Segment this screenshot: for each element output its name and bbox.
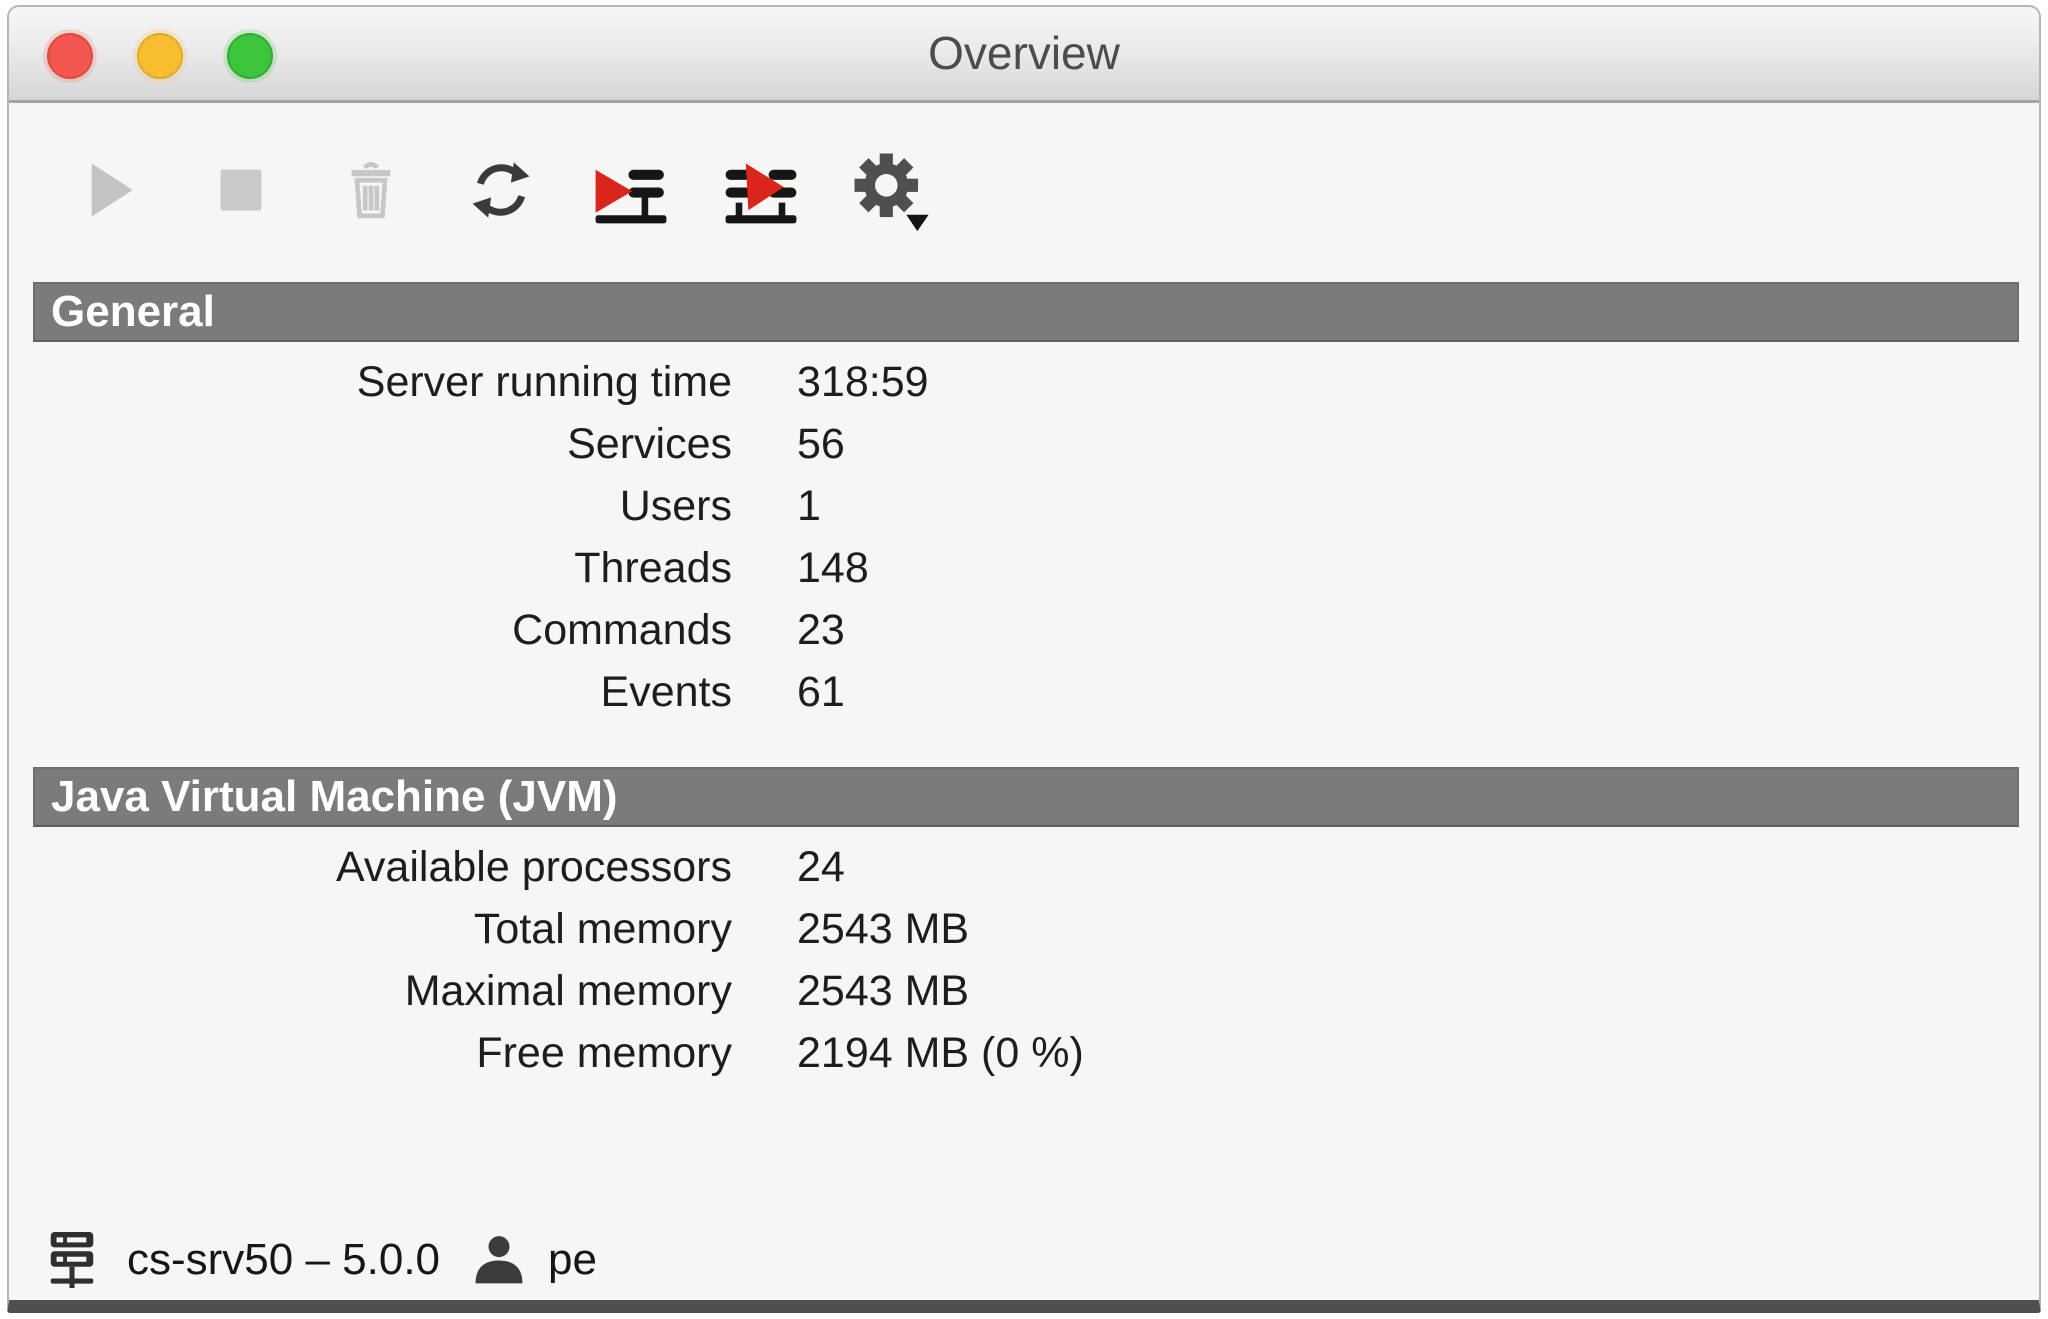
row-label: Server running time	[9, 358, 732, 407]
row-value: 148	[797, 544, 2039, 593]
row-label: Maximal memory	[9, 967, 732, 1016]
general-rows: Server running time 318:59 Services 56 U…	[9, 351, 2039, 723]
section-header-general: General	[33, 282, 2019, 342]
server-name-label: cs-srv50 – 5.0.0	[127, 1235, 440, 1285]
table-row: Commands 23	[9, 599, 2039, 661]
row-value: 318:59	[797, 358, 2039, 407]
refresh-button[interactable]	[455, 130, 547, 250]
row-value: 24	[797, 843, 2039, 892]
titlebar[interactable]: Overview	[9, 7, 2039, 103]
jvm-rows: Available processors 24 Total memory 254…	[9, 836, 2039, 1084]
table-row: Available processors 24	[9, 836, 2039, 898]
table-row: Free memory 2194 MB (0 %)	[9, 1022, 2039, 1084]
row-label: Commands	[9, 606, 732, 655]
table-row: Services 56	[9, 413, 2039, 475]
statusbar: cs-srv50 – 5.0.0 pe	[9, 1217, 2039, 1303]
row-value: 2543 MB	[797, 967, 2039, 1016]
settings-button[interactable]	[845, 130, 937, 250]
refresh-icon	[468, 155, 534, 225]
run-button[interactable]	[65, 130, 157, 250]
row-value: 1	[797, 482, 2039, 531]
delete-button[interactable]	[325, 130, 417, 250]
table-row: Users 1	[9, 475, 2039, 537]
row-value: 2194 MB (0 %)	[797, 1029, 2039, 1078]
row-label: Events	[9, 668, 732, 717]
table-row: Events 61	[9, 661, 2039, 723]
server-start-icon	[588, 152, 674, 228]
row-label: Total memory	[9, 905, 732, 954]
row-label: Threads	[9, 544, 732, 593]
row-label: Free memory	[9, 1029, 732, 1078]
row-value: 23	[797, 606, 2039, 655]
row-value: 2543 MB	[797, 905, 2039, 954]
row-label: Services	[9, 420, 732, 469]
table-row: Total memory 2543 MB	[9, 898, 2039, 960]
table-row: Server running time 318:59	[9, 351, 2039, 413]
start-server-button[interactable]	[585, 130, 677, 250]
user-icon	[470, 1231, 528, 1289]
row-value: 61	[797, 668, 2039, 717]
window-title: Overview	[9, 7, 2039, 100]
table-row: Maximal memory 2543 MB	[9, 960, 2039, 1022]
server-deploy-icon	[718, 152, 804, 228]
stop-button[interactable]	[195, 130, 287, 250]
section-header-jvm: Java Virtual Machine (JVM)	[33, 767, 2019, 827]
deploy-server-button[interactable]	[715, 130, 807, 250]
row-label: Users	[9, 482, 732, 531]
row-value: 56	[797, 420, 2039, 469]
trash-icon	[343, 157, 399, 223]
section-jvm: Java Virtual Machine (JVM) Available pro…	[9, 767, 2039, 1084]
user-name-label: pe	[548, 1235, 597, 1285]
gear-icon	[851, 147, 931, 233]
play-icon	[82, 158, 140, 222]
stop-icon	[216, 163, 266, 217]
toolbar	[9, 106, 2039, 274]
section-general: General Server running time 318:59 Servi…	[9, 282, 2039, 723]
row-label: Available processors	[9, 843, 732, 892]
overview-window: Overview	[7, 5, 2041, 1313]
table-row: Threads 148	[9, 537, 2039, 599]
server-icon	[43, 1227, 101, 1293]
